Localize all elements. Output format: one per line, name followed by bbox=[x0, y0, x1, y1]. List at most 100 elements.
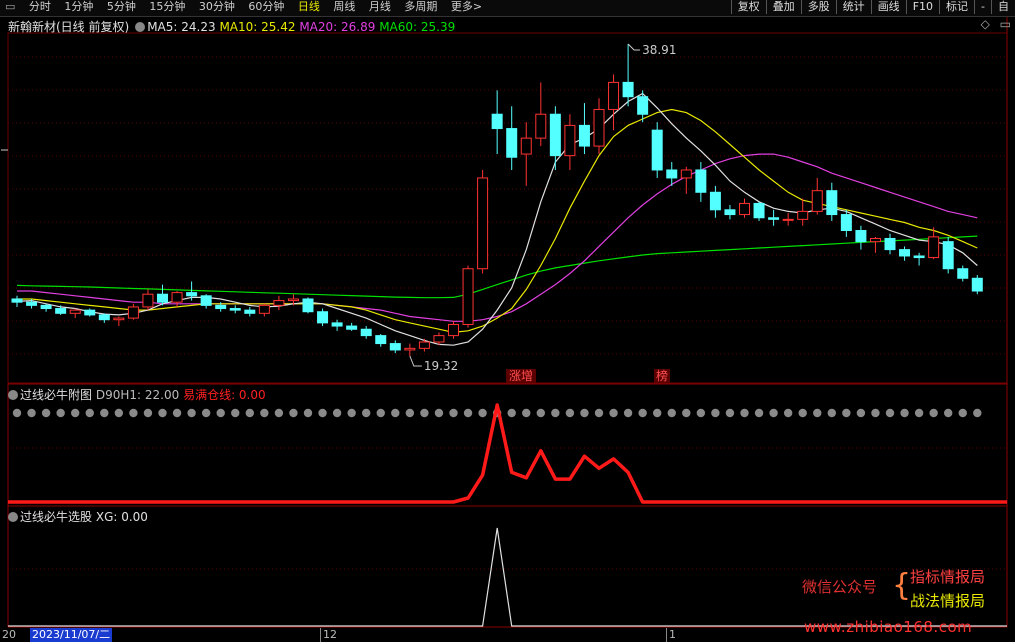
watermark: 微信公众号 { 指标情报局 战法情报局 www.zhibiao168.com bbox=[800, 566, 1012, 642]
candle-body bbox=[448, 323, 459, 337]
panel2-xg: XG: 0.00 bbox=[95, 510, 148, 524]
d90-dot bbox=[85, 408, 94, 418]
main-chart-header: 新翰新材(日线 前复权) MA5: 24.23 MA10: 25.42 MA20:… bbox=[8, 18, 455, 35]
candle-body bbox=[244, 309, 256, 314]
diamond-icon[interactable]: ◇ bbox=[981, 17, 990, 31]
brace-icon: { bbox=[892, 568, 912, 603]
panel1-header: 过线必牛附图 D90H1: 22.00 易满仓线: 0.00 bbox=[8, 386, 266, 403]
d90-dot bbox=[565, 408, 575, 418]
d90-dot bbox=[143, 408, 153, 418]
ma60-line bbox=[16, 235, 978, 299]
main-right-icons: ◇ ▭ bbox=[981, 17, 1011, 31]
main-panel-frame bbox=[7, 32, 1008, 384]
candle-body bbox=[491, 113, 503, 130]
ma10-legend: MA10: 25.42 bbox=[219, 20, 296, 34]
candle-body bbox=[739, 202, 750, 216]
d90-dot bbox=[332, 408, 342, 418]
panel2-title: 过线必牛选股 bbox=[20, 510, 93, 524]
panel1-dot-icon[interactable] bbox=[8, 390, 18, 400]
candle-body bbox=[157, 293, 168, 303]
candle-body bbox=[622, 81, 634, 98]
date-axis-start: 20 bbox=[2, 628, 16, 641]
candle-body bbox=[84, 309, 96, 316]
panel2-dot-icon[interactable] bbox=[8, 512, 18, 522]
d90-dot bbox=[376, 408, 385, 418]
d90-dot bbox=[638, 408, 647, 418]
ma5-legend: MA5: 24.23 bbox=[147, 20, 216, 34]
candle-body bbox=[171, 292, 183, 303]
d90-dot bbox=[973, 408, 982, 418]
candle-body bbox=[637, 96, 649, 115]
candle-body bbox=[957, 268, 969, 279]
low-price-label: 19.32 bbox=[424, 359, 458, 373]
candle-body bbox=[899, 249, 911, 257]
candle-body bbox=[127, 306, 139, 319]
candle-body bbox=[724, 209, 736, 216]
d90-dot bbox=[201, 408, 211, 418]
d90-dot bbox=[682, 408, 691, 418]
d90-dot bbox=[740, 408, 749, 418]
candle-body bbox=[942, 241, 954, 270]
candle-body bbox=[826, 190, 838, 216]
d90-dot bbox=[914, 408, 924, 418]
candle-body bbox=[113, 317, 125, 321]
d90-dot bbox=[813, 408, 822, 418]
candle-body bbox=[680, 169, 692, 179]
d90-dot bbox=[609, 408, 618, 418]
d90-dot bbox=[667, 408, 676, 418]
d90-dot bbox=[260, 408, 269, 418]
d90-dot bbox=[129, 408, 138, 418]
d90-dot bbox=[885, 408, 895, 418]
candle-body bbox=[535, 113, 547, 139]
d90-dot bbox=[653, 408, 662, 418]
candle-body bbox=[753, 202, 765, 219]
candle-body bbox=[258, 304, 270, 314]
d90-dot bbox=[900, 408, 909, 418]
candle-body bbox=[913, 255, 925, 259]
candle-body bbox=[811, 190, 823, 212]
d90-dot bbox=[245, 408, 254, 418]
candle-body bbox=[695, 169, 707, 193]
candle-body bbox=[840, 214, 852, 231]
candle-body bbox=[549, 113, 561, 157]
candle-body bbox=[404, 347, 416, 351]
candle-body bbox=[346, 325, 358, 330]
candle-body bbox=[462, 268, 474, 325]
d90-dot bbox=[12, 408, 22, 418]
candle-body bbox=[287, 298, 299, 302]
high-pointer bbox=[627, 43, 641, 51]
d90-dot bbox=[231, 408, 240, 418]
expand-icon[interactable]: ▭ bbox=[1000, 17, 1011, 31]
d90-dot bbox=[580, 408, 589, 418]
d90-dot bbox=[158, 408, 167, 418]
panel2-header: 过线必牛选股 XG: 0.00 bbox=[8, 508, 148, 525]
candle-body bbox=[928, 236, 940, 259]
d90-dot bbox=[827, 408, 836, 418]
d90-dot bbox=[842, 408, 851, 418]
candle-body bbox=[186, 292, 198, 297]
d90-dot bbox=[420, 408, 429, 418]
d90-dot bbox=[347, 408, 356, 418]
d90-dot bbox=[783, 408, 793, 418]
panel1-yiman: 易满仓线: 0.00 bbox=[183, 388, 266, 402]
d90-dot bbox=[522, 408, 531, 418]
candle-body bbox=[782, 218, 794, 221]
kline-chart-svg[interactable]: 38.91 19.32 涨增 榜 bbox=[0, 0, 1015, 642]
tag1-label: 涨增 bbox=[509, 368, 533, 383]
candle-body bbox=[433, 335, 445, 343]
candle-body bbox=[302, 298, 314, 313]
d90-dot bbox=[798, 408, 807, 418]
candle-body bbox=[884, 237, 896, 251]
d90-dot bbox=[187, 408, 196, 418]
watermark-wechat: 微信公众号 bbox=[802, 578, 878, 596]
d90-dot bbox=[929, 408, 938, 418]
d90-dot bbox=[623, 408, 633, 418]
ma20-legend: MA20: 26.89 bbox=[299, 20, 376, 34]
settings-dot-icon[interactable] bbox=[135, 22, 146, 32]
d90-dot bbox=[289, 408, 298, 418]
candle-body bbox=[360, 328, 372, 337]
d90-dot bbox=[754, 408, 764, 418]
d90-dot bbox=[274, 408, 284, 418]
watermark-site: www.zhibiao168.com bbox=[804, 618, 973, 636]
d90-dot bbox=[303, 408, 313, 418]
